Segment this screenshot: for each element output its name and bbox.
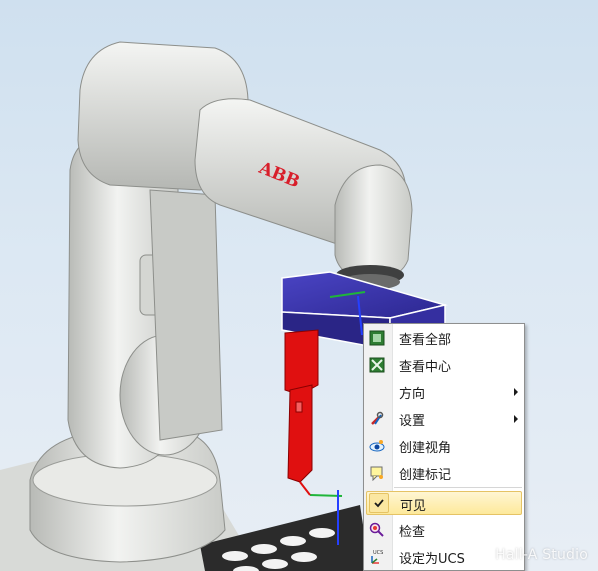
menu-item-create-marker[interactable]: 创建标记 xyxy=(366,461,522,485)
view-all-icon xyxy=(369,330,385,346)
gripper-finger xyxy=(284,329,319,483)
menu-separator xyxy=(394,487,522,488)
submenu-arrow-icon xyxy=(514,388,518,396)
menu-item-orientation[interactable]: 方向 xyxy=(366,380,522,404)
checkmark-icon xyxy=(369,493,389,513)
view-center-icon xyxy=(369,357,385,373)
svg-text:UCS: UCS xyxy=(373,550,383,556)
menu-item-inspect[interactable]: 检查 xyxy=(366,518,522,542)
menu-item-label: 创建视角 xyxy=(399,441,452,456)
submenu-arrow-icon xyxy=(514,415,518,423)
robot-wrist xyxy=(334,164,413,281)
menu-item-label: 查看全部 xyxy=(399,333,452,348)
menu-item-create-view[interactable]: 创建视角 xyxy=(366,434,522,458)
menu-item-settings[interactable]: 设置 xyxy=(366,407,522,431)
set-ucs-icon: UCS xyxy=(369,549,385,565)
menu-item-label: 设置 xyxy=(399,414,426,429)
inspect-icon xyxy=(369,522,385,538)
create-marker-icon xyxy=(369,465,385,482)
menu-item-label: 可见 xyxy=(400,499,427,514)
menu-item-visible[interactable]: 可见 xyxy=(366,491,522,515)
create-view-eye-icon xyxy=(369,438,385,454)
menu-item-view-all[interactable]: 查看全部 xyxy=(366,326,522,350)
menu-item-label: 方向 xyxy=(399,387,426,402)
watermark-text: Hall-A Studio xyxy=(495,547,588,563)
robot-column xyxy=(149,189,223,441)
menu-item-label: 设定为UCS xyxy=(399,552,465,567)
context-menu: 查看全部 查看中心 方向 设置 创建视角 创建标记 可见 检查 UCS 设定为U… xyxy=(363,323,525,571)
menu-item-label: 创建标记 xyxy=(399,468,452,483)
settings-tools-icon xyxy=(369,411,385,427)
menu-item-label: 查看中心 xyxy=(399,360,452,375)
menu-item-view-center[interactable]: 查看中心 xyxy=(366,353,522,377)
menu-item-label: 检查 xyxy=(399,525,426,540)
